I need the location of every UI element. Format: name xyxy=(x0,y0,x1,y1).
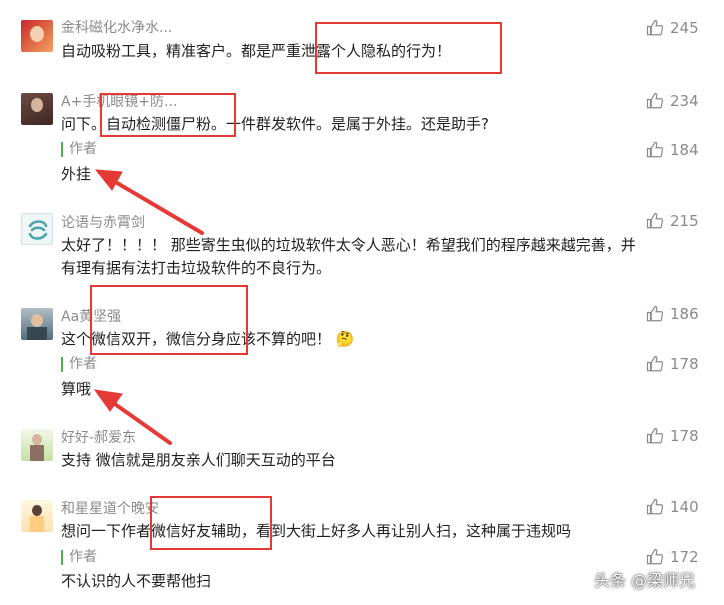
arrow-annotation xyxy=(94,169,204,235)
watermark: 头条 @梁师兄 xyxy=(594,571,696,590)
arrow-annotation xyxy=(93,389,172,445)
annotation-arrows xyxy=(93,169,204,445)
